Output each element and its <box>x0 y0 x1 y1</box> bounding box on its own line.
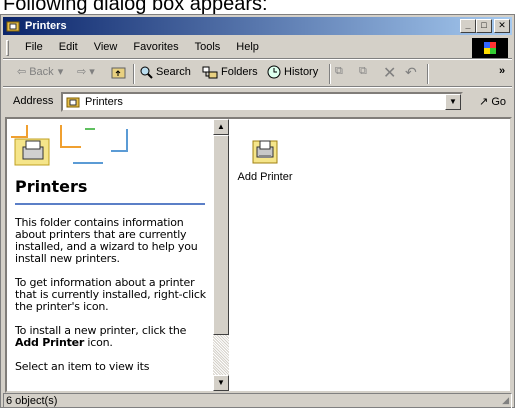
scroll-up-button[interactable]: ▲ <box>213 119 229 135</box>
undo-button[interactable]: ↶ <box>405 64 417 81</box>
go-label: Go <box>491 96 506 108</box>
folder-view: Printers This folder contains informatio… <box>5 117 512 393</box>
printers-window: Printers _ □ ✕ File Edit View Favorites … <box>0 14 515 408</box>
address-bar: Address Printers ▼ ↗ Go <box>3 89 512 115</box>
copy-to-button[interactable]: ⧉ <box>359 65 367 78</box>
move-to-icon: ⧉ <box>335 65 343 77</box>
scroll-down-icon: ▼ <box>217 378 225 387</box>
back-button[interactable]: ⇦ Back ▾ <box>17 65 64 79</box>
scroll-thumb[interactable] <box>213 135 229 335</box>
address-value: Printers <box>85 96 123 108</box>
menu-grip[interactable] <box>6 40 9 56</box>
back-label: Back <box>29 65 54 78</box>
printers-banner-icon <box>11 125 128 166</box>
search-button[interactable]: Search <box>139 65 191 79</box>
go-button[interactable]: ↗ Go <box>479 95 506 108</box>
toolbar-separator <box>133 64 135 84</box>
toolbar-overflow-button[interactable]: » <box>499 65 505 77</box>
caption-text: Following dialog box appears: <box>3 0 268 14</box>
history-button[interactable]: History <box>267 65 318 79</box>
heading-underline <box>15 203 205 205</box>
back-dropdown-icon: ▾ <box>57 66 64 78</box>
window-title: Printers <box>25 20 67 32</box>
search-icon <box>140 66 153 79</box>
description-paragraph: To install a new printer, click the Add … <box>15 324 187 349</box>
menu-file[interactable]: File <box>17 41 51 53</box>
printers-folder-icon <box>6 21 20 32</box>
folders-button[interactable]: Folders <box>202 65 258 79</box>
menu-edit[interactable]: Edit <box>51 41 86 53</box>
add-printer-label: Add Printer <box>237 171 293 183</box>
delete-icon: ✕ <box>383 65 397 82</box>
add-printer-item[interactable]: Add Printer <box>235 135 295 183</box>
close-button[interactable]: ✕ <box>494 19 510 33</box>
menu-favorites[interactable]: Favorites <box>125 41 186 53</box>
forward-button[interactable]: ⇨ ▾ <box>77 65 95 78</box>
undo-icon: ↶ <box>405 64 417 80</box>
panel-scrollbar[interactable]: ▲ ▼ <box>213 119 229 391</box>
address-input[interactable]: Printers ▼ <box>61 92 463 112</box>
chevron-down-icon: ▼ <box>449 97 457 106</box>
status-bar: 6 object(s) ◢ <box>3 393 512 408</box>
move-to-button[interactable]: ⧉ <box>335 65 343 78</box>
web-view-panel: Printers This folder contains informatio… <box>7 119 213 391</box>
search-label: Search <box>156 66 191 78</box>
history-label: History <box>284 66 319 78</box>
toolbar-separator <box>427 64 429 84</box>
address-label: Address <box>13 95 54 107</box>
status-text: 6 object(s) <box>6 395 58 407</box>
menu-help[interactable]: Help <box>228 41 267 53</box>
printers-folder-icon <box>66 97 80 108</box>
copy-to-icon: ⧉ <box>359 65 367 77</box>
menu-tools[interactable]: Tools <box>187 41 229 53</box>
folders-label: Folders <box>221 66 258 78</box>
standard-toolbar: ⇦ Back ▾ ⇨ ▾ Search Folders History ⧉ ⧉ … <box>3 61 512 87</box>
toolbar-separator <box>329 64 331 84</box>
scroll-up-icon: ▲ <box>217 122 225 131</box>
panel-description: This folder contains information about p… <box>15 217 210 385</box>
maximize-button[interactable]: □ <box>476 19 492 33</box>
description-paragraph: Select an item to view its <box>15 360 150 373</box>
delete-button[interactable]: ✕ <box>383 63 396 83</box>
description-paragraph: This folder contains information about p… <box>15 216 198 265</box>
minimize-button[interactable]: _ <box>460 19 476 33</box>
menu-bar: File Edit View Favorites Tools Help <box>3 37 512 59</box>
menu-view[interactable]: View <box>86 41 126 53</box>
address-dropdown-button[interactable]: ▼ <box>445 94 461 110</box>
up-button[interactable] <box>111 65 127 79</box>
windows-logo-icon <box>472 38 508 58</box>
up-folder-icon <box>111 67 126 79</box>
folders-icon <box>202 66 218 79</box>
panel-heading: Printers <box>15 177 88 196</box>
description-paragraph: To get information about a printer that … <box>15 276 206 313</box>
scroll-down-button[interactable]: ▼ <box>213 375 229 391</box>
add-printer-link: Add Printer <box>15 336 85 349</box>
add-printer-icon <box>252 140 278 164</box>
forward-arrow-icon: ⇨ ▾ <box>77 66 95 78</box>
go-arrow-icon: ↗ <box>479 96 489 108</box>
title-bar[interactable]: Printers _ □ ✕ <box>3 17 512 35</box>
resize-grip-icon[interactable]: ◢ <box>502 393 509 407</box>
back-arrow-icon: ⇦ <box>17 66 27 78</box>
history-icon <box>267 65 281 79</box>
